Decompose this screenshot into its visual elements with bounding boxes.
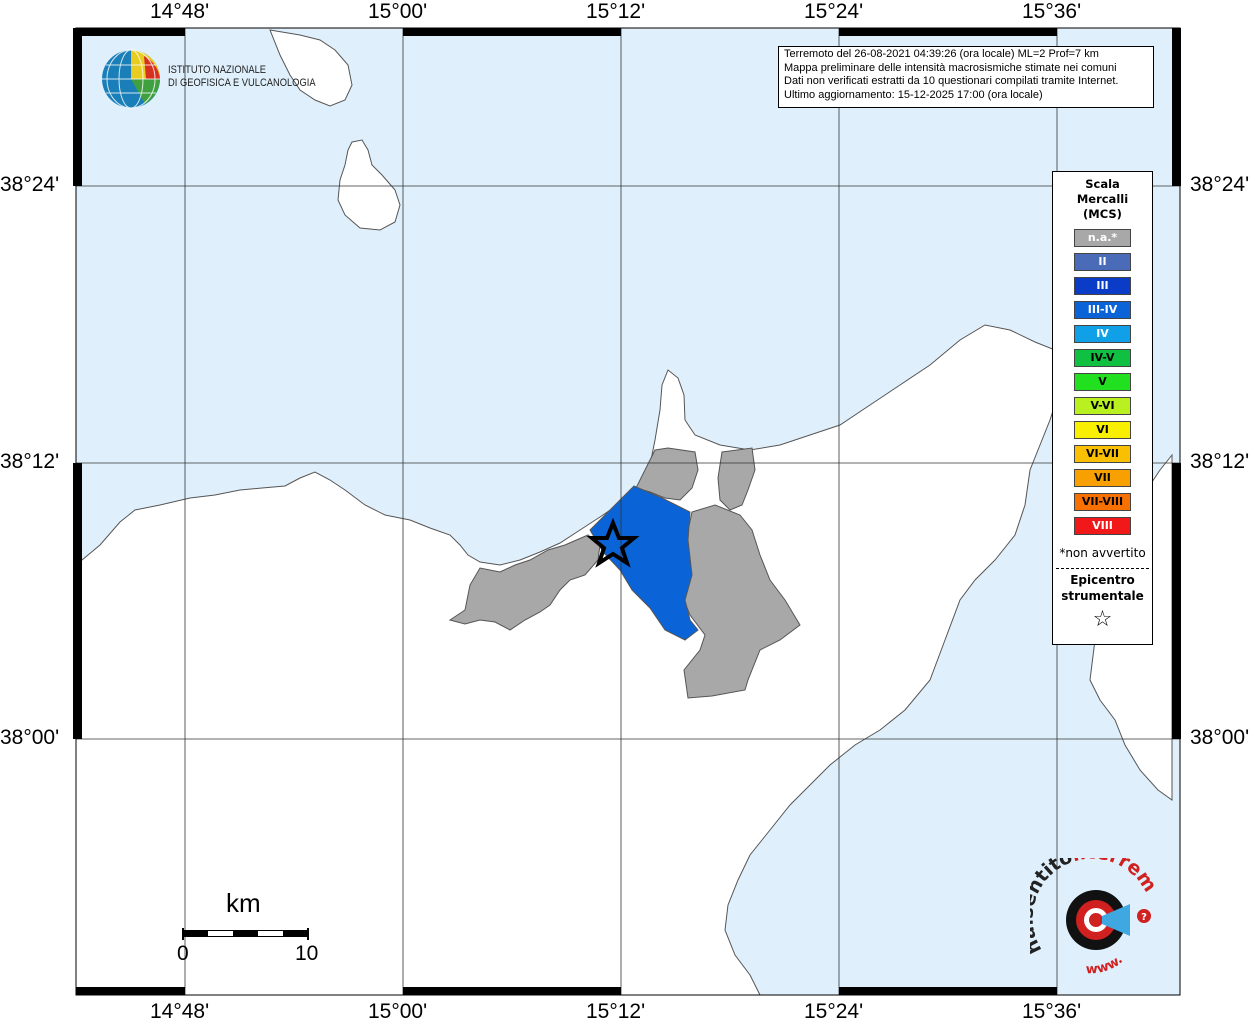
scale-bar-bar: [182, 930, 309, 937]
legend-note: *non avvertito: [1059, 546, 1146, 560]
bottom-label-2: 15°00': [368, 1000, 428, 1023]
scale-bar-tick-left: [182, 928, 184, 940]
legend-item: IV: [1074, 325, 1131, 343]
legend-item: IV-V: [1074, 349, 1131, 367]
legend-divider: [1056, 568, 1149, 569]
event-info-line2: Mappa preliminare delle intensità macros…: [784, 61, 1117, 74]
bottom-label-3: 15°12': [586, 1000, 646, 1023]
legend-item: VIII: [1074, 517, 1131, 535]
scale-bar: km 0 10: [177, 888, 318, 973]
ingv-name: ISTITUTO NAZIONALE DI GEOFISICA E VULCAN…: [168, 64, 316, 90]
scale-bar-max: 10: [295, 942, 319, 965]
legend-item: VII: [1074, 469, 1131, 487]
legend-item: VI: [1074, 421, 1131, 439]
ingv-globe-logo: [102, 49, 160, 109]
ingv-name-line1: ISTITUTO NAZIONALE: [168, 64, 267, 76]
legend-epicenter-line1: Epicentro: [1070, 573, 1135, 587]
intensity-legend: Scala Mercalli (MCS) n.a.* II III III-IV IV I…: [1052, 171, 1153, 645]
scale-bar-min: 0: [177, 942, 189, 965]
right-label-3: 38°00': [1190, 726, 1250, 749]
top-label-5: 15°36': [1022, 0, 1082, 23]
haisentito-www: www.: [1086, 952, 1126, 977]
bottom-label-4: 15°24': [804, 1000, 864, 1023]
legend-item: n.a.*: [1074, 229, 1131, 247]
bottom-label-1: 14°48': [150, 1000, 210, 1023]
scale-bar-tick-right: [307, 928, 309, 940]
top-label-2: 15°00': [368, 0, 428, 23]
legend-title-line3: (MCS): [1083, 207, 1122, 221]
haisentito-logo[interactable]: haisentitoilterremoto.it www. ?: [1030, 858, 1165, 978]
left-label-2: 38°12': [0, 450, 60, 473]
legend-star-icon: ☆: [1092, 607, 1113, 632]
legend-item: VII-VIII: [1074, 493, 1131, 511]
event-info-line1: Terremoto del 26-08-2021 04:39:26 (ora l…: [784, 48, 1099, 60]
svg-text:?: ?: [1141, 912, 1147, 923]
legend-title: Scala Mercalli (MCS): [1053, 177, 1152, 222]
right-label-2: 38°12': [1190, 450, 1250, 473]
legend-item: III-IV: [1074, 301, 1131, 319]
legend-item: III: [1074, 277, 1131, 295]
bottom-label-5: 15°36': [1022, 1000, 1082, 1023]
legend-epicenter-label: Epicentro strumentale: [1053, 572, 1152, 604]
top-label-4: 15°24': [804, 0, 864, 23]
legend-title-line1: Scala: [1085, 177, 1120, 191]
svg-text:www.: www.: [1086, 952, 1126, 977]
legend-epicenter-line2: strumentale: [1061, 589, 1144, 603]
legend-item: V: [1074, 373, 1131, 391]
top-label-3: 15°12': [586, 0, 646, 23]
legend-item: VI-VII: [1074, 445, 1131, 463]
event-info-line3: Dati non verificati estratti da 10 quest…: [784, 75, 1119, 87]
right-label-1: 38°24': [1190, 173, 1250, 196]
ingv-name-line2: DI GEOFISICA E VULCANOLOGIA: [168, 77, 316, 89]
event-info-line4: Ultimo aggiornamento: 15-12-2025 17:00 (…: [784, 88, 1043, 101]
left-label-3: 38°00': [0, 726, 60, 749]
legend-item: II: [1074, 253, 1131, 271]
top-label-1: 14°48': [150, 0, 210, 23]
left-label-1: 38°24': [0, 173, 60, 196]
scale-bar-unit: km: [226, 888, 261, 918]
legend-item: V-VI: [1074, 397, 1131, 415]
legend-title-line2: Mercalli: [1076, 192, 1129, 206]
event-info-box: Terremoto del 26-08-2021 04:39:26 (ora l…: [778, 46, 1154, 108]
